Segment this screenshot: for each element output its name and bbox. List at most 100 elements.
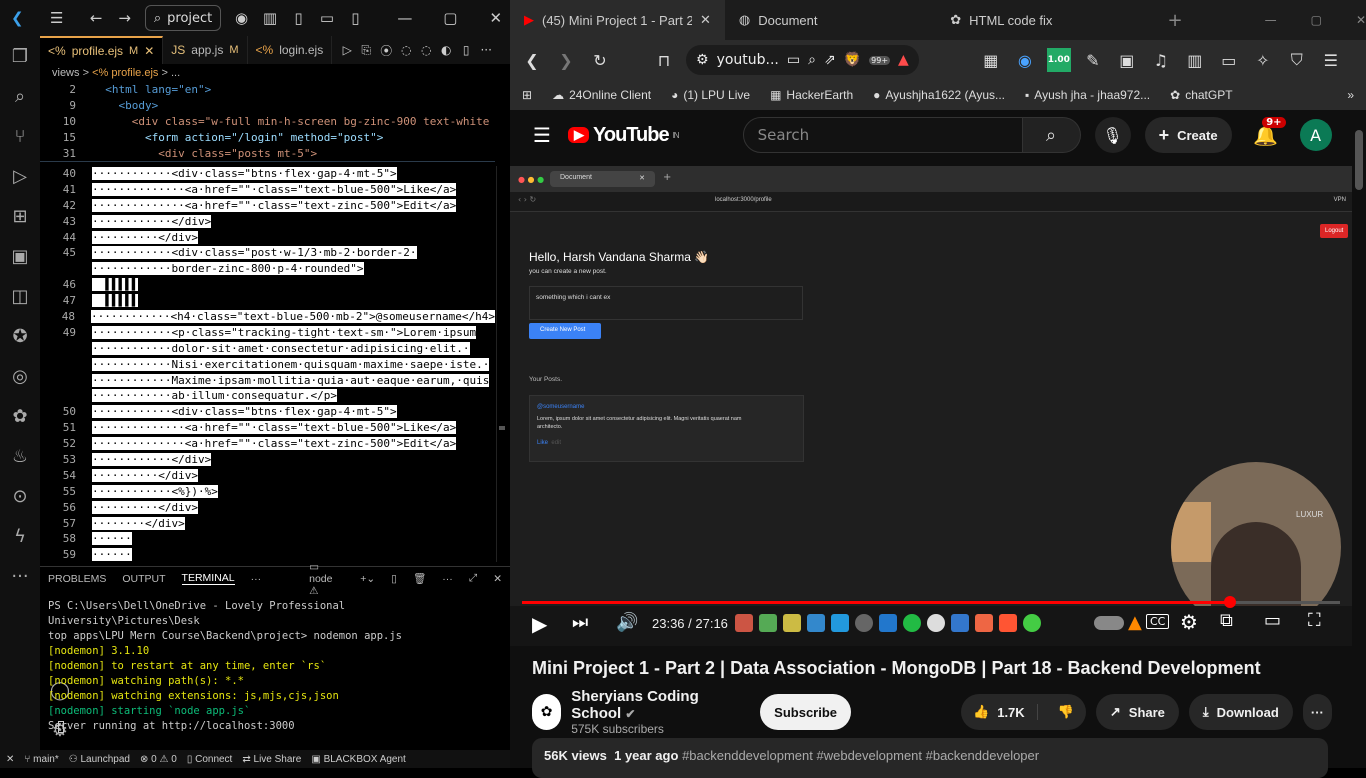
database-icon[interactable]: ◎ (0, 356, 40, 396)
leo-ai-icon[interactable]: ✧ (1251, 48, 1275, 72)
branch-status[interactable]: ⑂ main* (24, 754, 58, 765)
share-button[interactable]: ↗ Share (1095, 694, 1179, 730)
media-icon[interactable]: ♫ (1149, 48, 1173, 72)
code-line[interactable]: 41 ··············<a·href=""·class="text-b… (40, 182, 495, 198)
menu-icon[interactable]: ☰ (1319, 48, 1343, 72)
avatar[interactable]: A (1299, 119, 1332, 151)
code-line[interactable]: 49 ············<p·class="tracking-tight·t… (40, 325, 495, 341)
close-tab-icon[interactable]: ✕ (144, 44, 154, 58)
breadcrumb-item[interactable]: <% profile.ejs (92, 67, 158, 79)
tab-output[interactable]: OUTPUT (122, 573, 165, 585)
hashtags[interactable]: #backenddevelopment #webdevelopment #bac… (682, 748, 1039, 763)
close-icon[interactable]: ✕ (485, 6, 507, 30)
code-line[interactable]: 47 ▌▌▌▌▌ (40, 293, 495, 309)
bookmark-icon[interactable]: ⊓ (652, 48, 676, 72)
vpn-icon[interactable]: ⛉ (1285, 48, 1309, 72)
layout-icon[interactable]: ▥ (259, 6, 281, 30)
live-share-status[interactable]: ⇄ Live Share (242, 754, 301, 765)
git-graph-icon[interactable]: ⊙ (0, 476, 40, 516)
python-icon[interactable]: ✪ (0, 316, 40, 356)
description-box[interactable]: 56K views 1 year ago #backenddevelopment… (532, 738, 1328, 778)
extension-speed-icon[interactable]: 1.00 (1046, 48, 1071, 72)
video-player[interactable]: ● ● ● Document ✕ + localhost:3000/profile… (510, 166, 1352, 646)
forward-icon[interactable]: → (113, 6, 135, 30)
hamburger-icon[interactable]: ☰ (530, 123, 554, 147)
maximize-icon[interactable]: ▢ (439, 6, 461, 30)
sticky-line[interactable]: 31 <div class="posts mt-5"> (40, 146, 495, 162)
bookmark-item[interactable]: ▦ HackerEarth (770, 88, 853, 102)
reload-icon[interactable]: ↻ (588, 48, 612, 72)
chatgpt-icon[interactable]: ✿ (0, 396, 40, 436)
sticky-line[interactable]: 9 <body> (40, 98, 495, 114)
breadcrumb-item[interactable]: ... (171, 67, 180, 79)
minimize-icon[interactable]: — (1265, 13, 1277, 27)
youtube-logo[interactable]: ▶ YouTube IN (568, 124, 680, 147)
code-editor[interactable]: 40 ············<div·class="btns·flex·gap-… (40, 166, 495, 563)
command-center[interactable]: ⌕ project (144, 5, 222, 31)
apps-icon[interactable]: ⊞ (522, 88, 532, 102)
bookmark-item[interactable]: ✿ chatGPT (1170, 88, 1232, 102)
code-line[interactable]: 54 ··········</div> (40, 468, 495, 484)
compare-icon[interactable]: ⎘ (356, 43, 376, 58)
sticky-line[interactable]: 15 <form action="/login" method="post"> (40, 130, 495, 146)
run-icon[interactable]: ▷ (338, 43, 356, 57)
panel-more-button[interactable]: ··· (251, 573, 262, 585)
subscribe-button[interactable]: Subscribe (760, 694, 852, 730)
lightning-icon[interactable]: ϟ (0, 516, 40, 556)
miniplayer-icon[interactable]: ⧉ (1220, 610, 1233, 631)
maximize-icon[interactable]: ▢ (1311, 13, 1322, 27)
blackbox-status[interactable]: ▣ BLACKBOX Agent (311, 754, 406, 765)
problems-status[interactable]: ⊗ 0 ⚠ 0 (140, 754, 177, 765)
launchpad-status[interactable]: ⚇ Launchpad (69, 754, 130, 765)
minimize-icon[interactable]: — (394, 6, 416, 30)
more-icon[interactable]: ··· (0, 556, 40, 596)
panel-more-icon[interactable]: ··· (442, 573, 453, 585)
remote-explorer-icon[interactable]: ▣ (0, 236, 40, 276)
terminal-output[interactable]: PS C:\Users\Dell\OneDrive - Lovely Profe… (48, 599, 498, 734)
git-next-icon[interactable]: ◌ (416, 43, 436, 57)
breadcrumb-item[interactable]: views (52, 67, 80, 79)
toggle-sidebar-icon[interactable]: ▯ (287, 6, 309, 30)
close-panel-icon[interactable]: ✕ (493, 573, 502, 585)
forward-icon[interactable]: ❯ (554, 48, 578, 72)
autoplay-toggle-icon[interactable] (1094, 616, 1124, 630)
share-icon[interactable]: ⇗ (824, 52, 836, 68)
extension-icon[interactable]: ▦ (979, 48, 1003, 72)
remote-icon[interactable]: ✕ (6, 754, 14, 765)
split-editor-icon[interactable]: ▯ (456, 43, 476, 57)
search-button[interactable]: ⌕ (1022, 117, 1081, 153)
close-tab-icon[interactable]: ✕ (700, 12, 711, 28)
code-line[interactable]: ············dolor·sit·amet·consectetur·a… (40, 341, 495, 357)
address-bar[interactable]: ⚙ youtub... ▭ ⌕ ⇗ 🦁 99+ ▲ (686, 45, 919, 75)
code-line[interactable]: 45 ············<div·class="post·w-1/3·mb-… (40, 245, 495, 261)
git-prev-icon[interactable]: ◌ (396, 43, 416, 57)
open-changes-icon[interactable]: ⦿ (376, 42, 396, 59)
notifications-icon[interactable]: 🔔 9+ (1246, 117, 1286, 147)
code-line[interactable]: 51 ··············<a·href=""·class="text-b… (40, 420, 495, 436)
copilot-icon[interactable]: ◉ (230, 6, 252, 30)
explorer-icon[interactable]: ❐ (0, 36, 40, 76)
code-line[interactable]: ············Nisi·exercitationem·quisquam… (40, 357, 495, 373)
code-line[interactable]: 42 ··············<a·href=""·class="text-z… (40, 198, 495, 214)
sidebar-icon[interactable]: ▥ (1183, 48, 1207, 72)
toggle-panel-icon[interactable]: ▭ (316, 6, 338, 30)
editor-scrollbar[interactable] (496, 166, 506, 562)
split-terminal-icon[interactable]: ▯ (391, 573, 397, 585)
volume-icon[interactable]: 🔊 (616, 612, 638, 633)
site-info-icon[interactable]: ⚙ (696, 52, 709, 68)
lamp-icon[interactable]: ♨ (0, 436, 40, 476)
code-line[interactable]: 50 ············<div·class="btns·flex·gap-… (40, 404, 495, 420)
tab-youtube[interactable]: ▶ (45) Mini Project 1 - Part 2 ✕ (510, 0, 725, 40)
bookmark-item[interactable]: ▪ Ayush jha - jhaa972... (1025, 88, 1150, 102)
code-line[interactable]: ············ab·illum·consequatur.</p> (40, 388, 495, 404)
play-icon[interactable]: ▶ (532, 612, 547, 636)
create-button[interactable]: + Create (1144, 117, 1232, 153)
tab-app-js[interactable]: JS app.js M (163, 36, 248, 64)
code-line[interactable]: 57 ········</div> (40, 516, 495, 532)
toggle-secondary-sidebar-icon[interactable]: ▯ (344, 6, 366, 30)
code-line[interactable]: 44 ··········</div> (40, 230, 495, 246)
install-app-icon[interactable]: ▭ (787, 52, 800, 68)
source-control-icon[interactable]: ⑂ (0, 116, 40, 156)
tab-html-code-fix[interactable]: ✿ HTML code fix (936, 0, 1147, 40)
sticky-line[interactable]: 2 <html lang="en"> (40, 82, 495, 98)
